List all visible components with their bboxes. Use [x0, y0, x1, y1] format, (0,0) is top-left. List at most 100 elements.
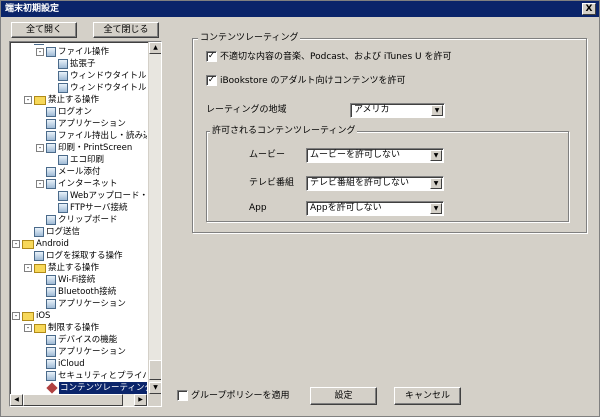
vertical-scroll-thumb[interactable]: [149, 360, 161, 380]
tree-node[interactable]: Wi-Fi接続: [36, 274, 95, 286]
settings-window: 端末初期設定 X 全て開く 全て閉じる - ログを採取する操作 - ファイル操作拡張子…: [0, 0, 600, 417]
page-icon: [46, 299, 56, 309]
collapse-icon[interactable]: -: [36, 144, 44, 152]
tree-node[interactable]: セキュリティとプライバシー: [36, 370, 147, 382]
collapse-icon[interactable]: -: [12, 312, 20, 320]
tree-node[interactable]: メール添付: [36, 166, 101, 178]
collapse-icon[interactable]: -: [36, 180, 44, 188]
tree-node[interactable]: FTPサーバ接続: [48, 202, 127, 214]
expand-all-button[interactable]: 全て開く: [11, 22, 77, 38]
scroll-left-icon[interactable]: ◀: [10, 394, 23, 406]
tree-node-label: ログオン: [58, 107, 93, 117]
tree-node-label: Android: [36, 239, 69, 249]
tree-node[interactable]: - インターネット: [36, 178, 118, 190]
page-icon: [46, 287, 56, 297]
tree-node[interactable]: エコ印刷: [48, 154, 104, 166]
page-icon: [58, 59, 68, 69]
scroll-down-icon[interactable]: ▼: [149, 382, 161, 394]
horizontal-scroll-thumb[interactable]: [23, 394, 123, 406]
collapse-icon[interactable]: -: [24, 264, 32, 272]
page-icon: [46, 131, 56, 141]
tree-node-label: アプリケーション: [58, 299, 126, 309]
allow-ibookstore-checkbox[interactable]: ✓: [206, 75, 217, 86]
tree-node-label: 禁止する操作: [48, 263, 100, 273]
movies-select[interactable]: ムービーを許可しない ▼: [306, 148, 444, 163]
chevron-down-icon[interactable]: ▼: [430, 203, 442, 214]
tree-node-label: Webアップロード・ダウンロード: [70, 191, 147, 201]
region-select[interactable]: アメリカ ▼: [350, 103, 445, 118]
chevron-down-icon[interactable]: ▼: [430, 150, 442, 161]
tree-vertical-scrollbar[interactable]: ▲ ▼: [148, 42, 161, 394]
page-icon: [46, 143, 56, 153]
page-icon: [46, 275, 56, 285]
collapse-all-button[interactable]: 全て閉じる: [93, 22, 159, 38]
folder-icon: [22, 239, 34, 249]
page-icon: [34, 44, 44, 45]
folder-icon: [34, 263, 46, 273]
tree-node-label: ファイル持出し・読み込み: [58, 131, 147, 141]
apps-select[interactable]: Appを許可しない ▼: [306, 201, 444, 216]
page-icon: [58, 155, 68, 165]
tree-node-label: セキュリティとプライバシー: [58, 371, 147, 381]
cancel-button[interactable]: キャンセル: [394, 387, 461, 405]
tree-node[interactable]: アプリケーション: [36, 298, 126, 310]
collapse-icon[interactable]: -: [24, 324, 32, 332]
scroll-right-icon[interactable]: ▶: [134, 394, 147, 406]
tree-node[interactable]: ログ送信: [24, 226, 80, 238]
tree-node[interactable]: ウィンドウタイトル画面キャプチャ: [48, 82, 147, 94]
tree-node-label: FTPサーバ接続: [70, 203, 128, 213]
page-icon: [58, 71, 68, 81]
tree-node[interactable]: 拡張子: [48, 58, 96, 70]
tree-node-label: ファイル操作: [58, 47, 110, 57]
tree-node[interactable]: - 禁止する操作: [24, 94, 99, 106]
tree-node-label: Bluetooth接続: [58, 287, 117, 297]
tree-node-label: 印刷・PrintScreen: [58, 143, 133, 153]
tree-node[interactable]: クリップボード: [36, 214, 118, 226]
tree-node[interactable]: デバイスの機能: [36, 334, 117, 346]
allow-explicit-label: 不適切な内容の音楽、Podcast、および iTunes U を許可: [220, 52, 452, 62]
chevron-down-icon[interactable]: ▼: [431, 105, 443, 116]
collapse-icon[interactable]: -: [36, 48, 44, 56]
page-icon: [46, 347, 56, 357]
chevron-down-icon[interactable]: ▼: [430, 178, 442, 189]
tree-horizontal-scrollbar[interactable]: ◀ ▶: [10, 394, 147, 406]
tree-node-label: アプリケーション: [58, 119, 126, 129]
tree-node[interactable]: Bluetooth接続: [36, 286, 116, 298]
scroll-up-icon[interactable]: ▲: [149, 42, 161, 54]
tv-select[interactable]: テレビ番組を許可しない ▼: [306, 176, 444, 191]
tree-node[interactable]: ファイル持出し・読み込み: [36, 130, 147, 142]
tree-node-label: インターネット: [58, 179, 118, 189]
settings-tree[interactable]: - ログを採取する操作 - ファイル操作拡張子ウィンドウタイトルフィルタウィンドウタイ…: [9, 41, 162, 407]
tree-node[interactable]: Webアップロード・ダウンロード: [48, 190, 147, 202]
allow-explicit-checkbox[interactable]: ✓: [206, 51, 217, 62]
page-icon: [46, 359, 56, 369]
apps-label: App: [249, 203, 267, 213]
tree-node-label: ログ送信: [46, 227, 81, 237]
tree-node[interactable]: - iOS: [12, 310, 50, 322]
tree-node[interactable]: - ファイル操作: [36, 46, 109, 58]
tree-node[interactable]: ウィンドウタイトルフィルタ: [48, 70, 147, 82]
page-icon: [46, 119, 56, 129]
tree-node[interactable]: - Android: [12, 238, 69, 250]
tree-node[interactable]: - 禁止する操作: [24, 262, 99, 274]
tree-node[interactable]: - 印刷・PrintScreen: [36, 142, 132, 154]
collapse-icon[interactable]: -: [24, 96, 32, 104]
tree-node[interactable]: - 制限する操作: [24, 322, 99, 334]
tree-node[interactable]: コンテンツレーティング: [36, 382, 147, 394]
page-icon: [58, 203, 68, 213]
apply-group-policy-label: グループポリシーを適用: [191, 391, 290, 401]
collapse-icon[interactable]: -: [12, 240, 20, 248]
movies-value: ムービーを許可しない: [310, 150, 401, 160]
folder-icon: [34, 323, 46, 333]
apply-group-policy-checkbox[interactable]: [177, 390, 188, 401]
tree-node[interactable]: アプリケーション: [36, 118, 126, 130]
tree-node-label: iCloud: [58, 359, 85, 369]
allow-ibookstore-label: iBookstore のアダルト向けコンテンツを許可: [220, 76, 406, 86]
tree-node[interactable]: ログを採取する操作: [24, 250, 123, 262]
close-button[interactable]: X: [582, 3, 596, 15]
tree-node[interactable]: iCloud: [36, 358, 85, 370]
page-icon: [46, 335, 56, 345]
ok-button[interactable]: 設定: [310, 387, 377, 405]
tree-node[interactable]: アプリケーション: [36, 346, 126, 358]
tree-node[interactable]: ログオン: [36, 106, 92, 118]
